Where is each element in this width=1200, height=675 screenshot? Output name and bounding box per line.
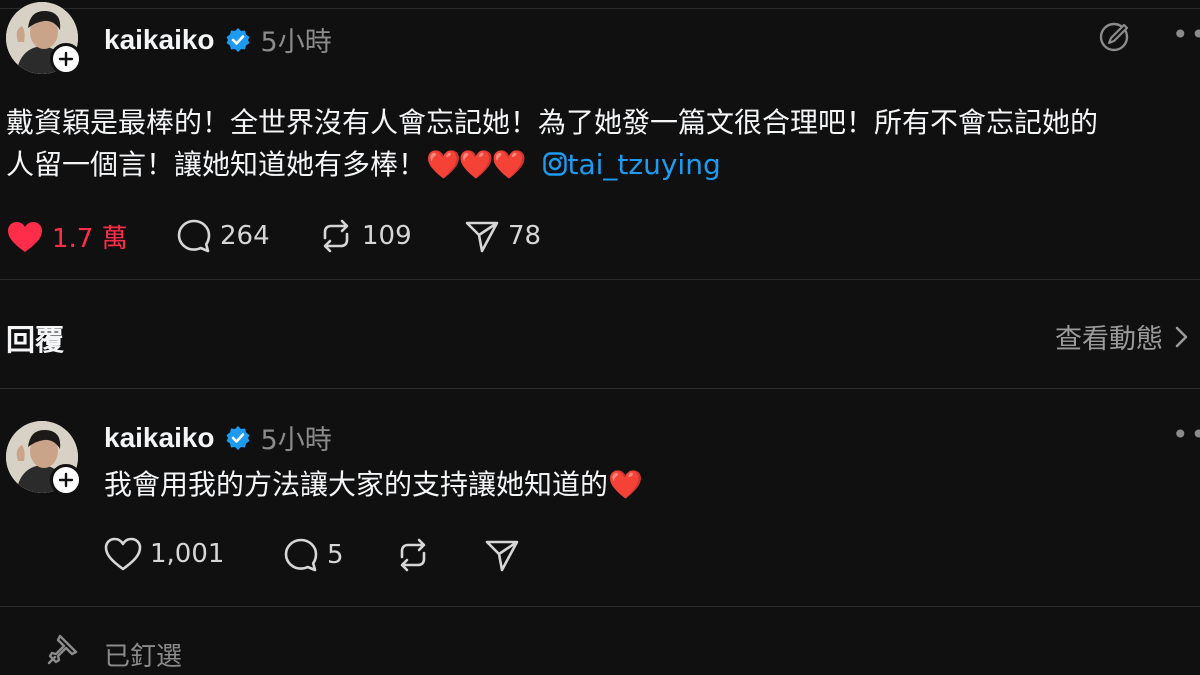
pinned-label: 已釘選 <box>104 642 183 672</box>
top-border <box>0 8 1200 9</box>
reply-text-wrap: 我會用我的方法讓大家的支持讓她知道的❤️ <box>104 464 643 506</box>
like-button[interactable]: 1.7 萬 <box>6 218 128 255</box>
reply-username[interactable]: kaikaiko <box>104 422 215 454</box>
send-icon <box>465 221 499 253</box>
post-username[interactable]: kaikaiko <box>104 24 215 56</box>
follow-plus-icon[interactable] <box>50 43 82 75</box>
divider <box>0 388 1200 389</box>
pin-icon <box>46 632 80 670</box>
reply-like-button[interactable]: 1,001 <box>104 537 224 571</box>
reply-follow-plus-icon[interactable] <box>50 464 82 496</box>
share-count: 78 <box>508 221 542 251</box>
verified-badge-icon <box>225 27 251 53</box>
heart-icon <box>104 537 142 571</box>
comment-icon <box>284 538 318 572</box>
divider <box>0 279 1200 280</box>
comment-icon <box>177 219 211 253</box>
instagram-icon <box>542 152 567 176</box>
repost-icon <box>323 219 349 253</box>
post-text-line1: 戴資穎是最棒的！全世界沒有人會忘記她！為了她發一篇文很合理吧！所有不會忘記她的 <box>6 106 1099 139</box>
post-header: kaikaiko 5小時 <box>104 20 332 59</box>
heart-icon <box>8 221 42 252</box>
view-activity-label: 查看動態 <box>1055 324 1163 355</box>
reply-reply-button[interactable]: 5 <box>283 537 344 573</box>
reply-header: kaikaiko 5小時 <box>104 418 332 457</box>
repost-button[interactable]: 109 <box>318 218 412 254</box>
divider <box>0 606 1200 607</box>
reply-text: 我會用我的方法讓大家的支持讓她知道的 <box>104 468 609 501</box>
edit-circle-icon[interactable] <box>1098 20 1132 58</box>
reply-button[interactable]: 264 <box>176 218 270 254</box>
share-button[interactable]: 78 <box>464 218 541 254</box>
post-text-line2-wrap: 人留一個言！讓她知道她有多棒！❤️❤️❤️ tai_tzuying <box>6 144 721 186</box>
view-activity-link[interactable]: 查看動態 <box>1055 317 1189 356</box>
repost-count: 109 <box>362 221 412 251</box>
reply-time: 5小時 <box>260 425 332 456</box>
chevron-right-icon <box>1175 326 1188 347</box>
reply-like-count: 1,001 <box>150 539 225 569</box>
like-count: 1.7 萬 <box>52 224 128 254</box>
send-icon <box>485 540 519 572</box>
reply-more-dots-icon[interactable]: ••• <box>1172 418 1200 451</box>
mention-link[interactable]: tai_tzuying <box>542 148 721 181</box>
verified-badge-icon <box>225 425 251 451</box>
reply-count: 264 <box>220 221 270 251</box>
more-dots-icon[interactable]: ••• <box>1172 18 1200 51</box>
mention-text: tai_tzuying <box>567 148 721 181</box>
repost-icon <box>400 538 426 572</box>
post-text-line2: 人留一個言！讓她知道她有多棒！ <box>6 148 427 181</box>
reply-repost-button[interactable] <box>395 537 431 573</box>
post-time: 5小時 <box>260 27 332 58</box>
hearts-emoji: ❤️❤️❤️ <box>426 148 527 181</box>
reply-share-button[interactable] <box>484 537 520 573</box>
reply-heart-emoji: ❤️ <box>608 468 643 501</box>
replies-title: 回覆 <box>6 323 65 357</box>
reply-reply-count: 5 <box>327 540 344 570</box>
